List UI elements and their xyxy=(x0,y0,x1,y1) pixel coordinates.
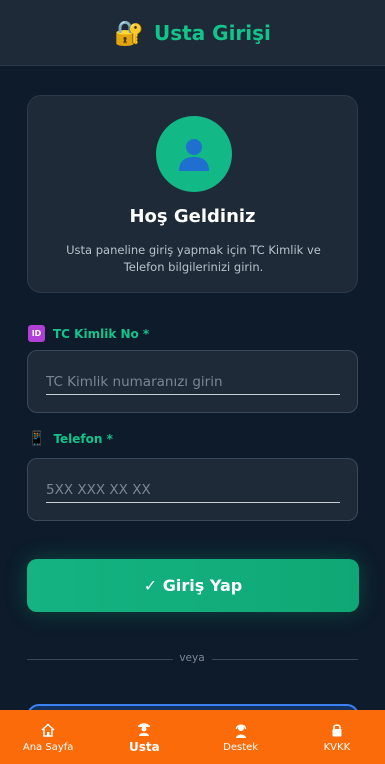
mobile-phone-icon: 📱 xyxy=(28,431,46,447)
nav-item-home[interactable]: Ana Sayfa xyxy=(0,710,96,764)
worker-icon xyxy=(138,723,151,736)
nav-item-destek[interactable]: Destek xyxy=(193,710,289,764)
nav-item-kvkk[interactable]: KVKK xyxy=(289,710,385,764)
phone-field-box xyxy=(27,458,358,521)
welcome-title: Hoş Geldiniz xyxy=(129,206,256,227)
nav-label-destek: Destek xyxy=(223,741,259,753)
tc-kimlik-field-box xyxy=(27,350,358,413)
tc-kimlik-label-text: TC Kimlik No * xyxy=(53,326,150,341)
app-header: 🔐 Usta Girişi xyxy=(0,0,385,66)
phone-label-text: Telefon * xyxy=(53,432,113,446)
nav-item-usta[interactable]: Usta xyxy=(96,710,192,764)
page-title: Usta Girişi xyxy=(153,20,271,45)
bottom-nav: Ana Sayfa Usta Destek KVKK xyxy=(0,710,385,764)
support-agent-icon xyxy=(235,724,246,738)
avatar xyxy=(156,116,232,192)
welcome-subtitle: Usta paneline giriş yapmak için TC Kimli… xyxy=(66,243,321,274)
user-silhouette-icon xyxy=(179,139,209,171)
id-badge-icon: ID xyxy=(28,325,45,342)
nav-label-usta: Usta xyxy=(129,740,160,754)
nav-label-kvkk: KVKK xyxy=(323,741,351,753)
divider-line-left xyxy=(27,659,173,660)
lock-with-key-icon: 🔐 xyxy=(114,18,144,47)
phone-label: 📱 Telefon * xyxy=(28,432,113,446)
nav-label-home: Ana Sayfa xyxy=(22,741,74,753)
divider-line-right xyxy=(212,659,358,660)
home-icon xyxy=(41,723,55,737)
tc-kimlik-input[interactable] xyxy=(46,369,340,395)
login-button[interactable]: ✓ Giriş Yap xyxy=(27,559,359,612)
divider-text: veya xyxy=(179,652,205,664)
phone-input[interactable] xyxy=(46,477,340,503)
tc-kimlik-label: ID TC Kimlik No * xyxy=(28,325,149,342)
lock-icon xyxy=(332,723,342,736)
welcome-card: Hoş Geldiniz Usta paneline giriş yapmak … xyxy=(27,95,358,293)
